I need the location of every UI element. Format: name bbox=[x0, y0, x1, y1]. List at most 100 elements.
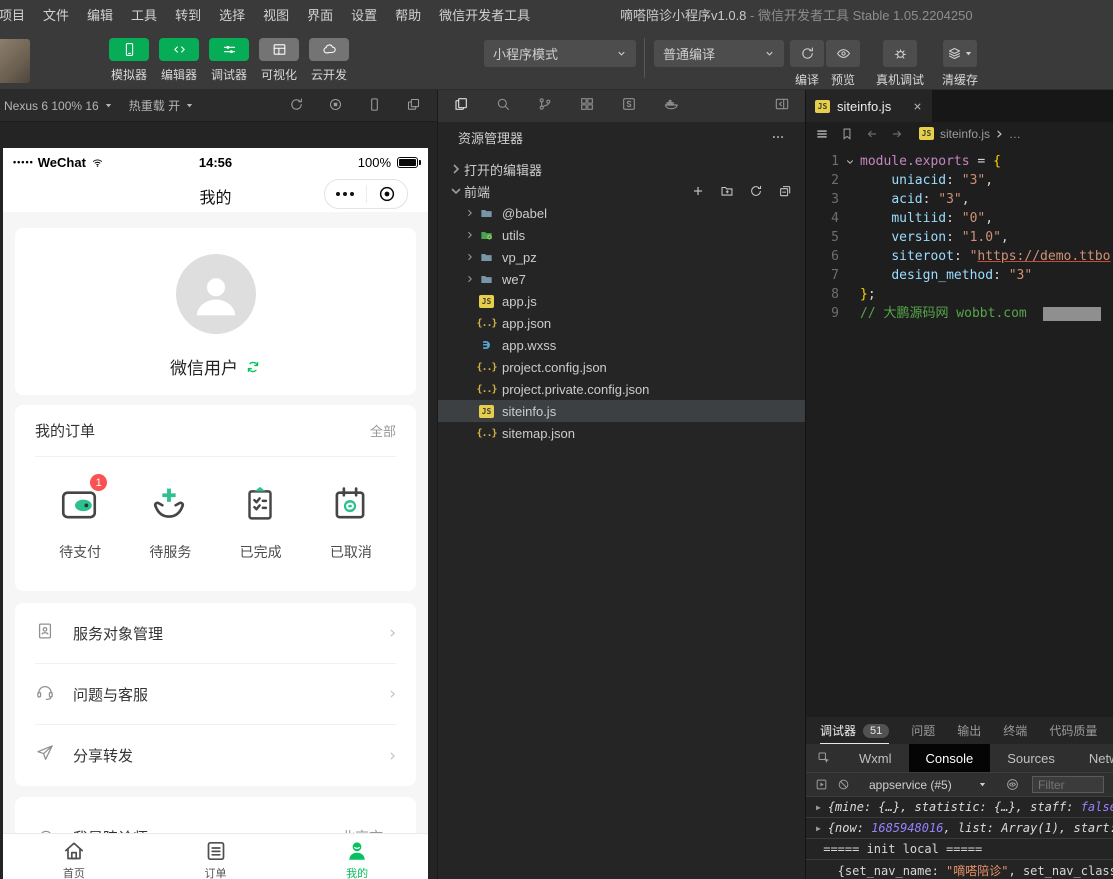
menu-row-headset[interactable]: 问题与客服 › bbox=[35, 664, 396, 725]
editor-tab-siteinfo[interactable]: JS siteinfo.js bbox=[806, 90, 932, 122]
inspector-tab-Network[interactable]: Network bbox=[1072, 744, 1113, 772]
code-editor[interactable]: 1 module.exports = { 2 uniacid: "3", 3 a… bbox=[806, 145, 1113, 323]
mode-select[interactable]: 小程序模式 bbox=[484, 40, 636, 67]
avatar[interactable] bbox=[176, 254, 256, 334]
order-item-wallet[interactable]: 1 待支付 bbox=[35, 483, 125, 562]
menu-row-idcard[interactable]: 服务对象管理 › bbox=[35, 603, 396, 664]
activity-git-button[interactable] bbox=[537, 96, 553, 117]
menu-item-3[interactable]: 工具 bbox=[122, 5, 166, 24]
code-line-3: 3 acid: "3", bbox=[806, 190, 1113, 209]
tree-item-sitemap.json[interactable]: {..}sitemap.json bbox=[438, 422, 805, 444]
order-item-calendar[interactable]: 已取消 bbox=[306, 483, 396, 562]
clear-console-icon[interactable] bbox=[837, 778, 850, 791]
back-arrow-icon[interactable] bbox=[865, 127, 879, 141]
project-root-section[interactable]: 前端 bbox=[438, 180, 805, 202]
layers-icon bbox=[947, 46, 962, 61]
tree-item-siteinfo.js[interactable]: JSsiteinfo.js bbox=[438, 400, 805, 422]
menu-item-9[interactable]: 帮助 bbox=[386, 5, 430, 24]
tree-item-utils[interactable]: utils bbox=[438, 224, 805, 246]
toolbar-phone-button[interactable]: 模拟器 bbox=[106, 38, 152, 83]
menu-item-0[interactable]: 项目 bbox=[0, 5, 34, 24]
tree-item-project.private.config.json[interactable]: {..}project.private.config.json bbox=[438, 378, 805, 400]
toolbar-cloud-button[interactable]: 云开发 bbox=[306, 38, 352, 83]
devtools-tab-输出[interactable]: 输出 bbox=[957, 717, 981, 744]
toolbar-code-button[interactable]: 编辑器 bbox=[156, 38, 202, 83]
forward-arrow-icon[interactable] bbox=[890, 127, 904, 141]
devtools-tab-问题[interactable]: 问题 bbox=[911, 717, 935, 744]
ellipsis-icon[interactable] bbox=[771, 130, 785, 144]
menu-row-send[interactable]: 分享转发 › bbox=[35, 725, 396, 786]
inspector-tab-Wxml[interactable]: Wxml bbox=[842, 744, 909, 772]
tree-item-project.config.json[interactable]: {..}project.config.json bbox=[438, 356, 805, 378]
activity-whale-button[interactable] bbox=[663, 96, 679, 117]
compile-mode-select[interactable]: 普通编译 bbox=[654, 40, 784, 67]
expand-caret-icon[interactable]: ▶ bbox=[816, 803, 821, 812]
console-row-0[interactable]: ▶ {mine: {…}, statistic: {…}, staff: fal… bbox=[806, 797, 1113, 818]
context-select[interactable]: appservice (#5) bbox=[869, 778, 987, 792]
sim-refresh-button[interactable] bbox=[289, 97, 304, 115]
tabbar-orderlist[interactable]: 订单 bbox=[145, 834, 287, 879]
sim-record-button[interactable] bbox=[328, 97, 343, 115]
sim-windows-button[interactable] bbox=[406, 97, 421, 115]
tree-item-app.json[interactable]: {..}app.json bbox=[438, 312, 805, 334]
outline-list-icon[interactable] bbox=[815, 127, 829, 141]
live-expression-eye-icon[interactable] bbox=[1006, 778, 1019, 791]
tabbar-person[interactable]: 我的 bbox=[286, 834, 428, 879]
refresh-action-button[interactable]: 编译 bbox=[790, 38, 824, 88]
activity-sq-button[interactable] bbox=[621, 96, 637, 117]
device-select[interactable]: Nexus 6 100% 16 bbox=[0, 99, 121, 113]
orders-all-link[interactable]: 全部 bbox=[370, 421, 396, 440]
collapse-panel-button[interactable] bbox=[774, 96, 790, 117]
hot-reload-toggle[interactable]: 热重载 开 bbox=[121, 97, 202, 114]
toolbar-sliders-button[interactable]: 调试器 bbox=[206, 38, 252, 83]
activity-files-button[interactable] bbox=[453, 96, 469, 117]
tree-item-app.wxss[interactable]: ϶app.wxss bbox=[438, 334, 805, 356]
inspect-element-button[interactable] bbox=[806, 744, 842, 772]
inspector-tab-Console[interactable]: Console bbox=[909, 744, 991, 772]
sim-device-button[interactable] bbox=[367, 97, 382, 115]
breadcrumb-more[interactable]: … bbox=[1009, 127, 1021, 141]
tree-item-we7[interactable]: we7 bbox=[438, 268, 805, 290]
console-filter-input[interactable] bbox=[1032, 776, 1104, 793]
tree-item-app.js[interactable]: JSapp.js bbox=[438, 290, 805, 312]
expand-caret-icon[interactable]: ▶ bbox=[816, 824, 821, 833]
layers-action-button[interactable]: 清缓存 bbox=[942, 38, 978, 88]
tree-item-@babel[interactable]: @babel bbox=[438, 202, 805, 224]
bug-action-button[interactable]: 真机调试 bbox=[876, 38, 924, 88]
more-button[interactable] bbox=[325, 192, 366, 196]
bookmark-icon[interactable] bbox=[840, 127, 854, 141]
fold-chevron-icon[interactable] bbox=[839, 152, 860, 171]
menu-item-7[interactable]: 界面 bbox=[298, 5, 342, 24]
eye-action-button[interactable]: 预览 bbox=[826, 38, 860, 88]
menu-item-10[interactable]: 微信开发者工具 bbox=[430, 5, 539, 24]
menu-item-5[interactable]: 选择 bbox=[210, 5, 254, 24]
eager-eval-icon[interactable] bbox=[815, 778, 828, 791]
menu-item-4[interactable]: 转到 bbox=[166, 5, 210, 24]
tree-item-vp_pz[interactable]: vp_pz bbox=[438, 246, 805, 268]
activity-search-button[interactable] bbox=[495, 96, 511, 117]
refresh-icon[interactable] bbox=[749, 184, 763, 198]
breadcrumb-file[interactable]: siteinfo.js bbox=[940, 127, 990, 141]
console-row-1[interactable]: ▶ {now: 1685948016, list: Array(1), star… bbox=[806, 818, 1113, 839]
menu-item-6[interactable]: 视图 bbox=[254, 5, 298, 24]
new-folder-icon[interactable] bbox=[720, 184, 734, 198]
tabbar-home[interactable]: 首页 bbox=[3, 834, 145, 879]
devtools-tab-代码质量[interactable]: 代码质量 bbox=[1049, 717, 1097, 744]
activity-grid-button[interactable] bbox=[579, 96, 595, 117]
order-item-clipboard[interactable]: 已完成 bbox=[216, 483, 306, 562]
devtools-tab-终端[interactable]: 终端 bbox=[1003, 717, 1027, 744]
user-avatar[interactable] bbox=[0, 39, 30, 83]
menu-item-1[interactable]: 文件 bbox=[34, 5, 78, 24]
new-file-icon[interactable] bbox=[691, 184, 705, 198]
inspector-tab-Sources[interactable]: Sources bbox=[990, 744, 1072, 772]
collapse-all-icon[interactable] bbox=[778, 184, 792, 198]
sync-icon[interactable] bbox=[245, 359, 261, 375]
toolbar-layout-button[interactable]: 可视化 bbox=[256, 38, 302, 83]
menu-item-8[interactable]: 设置 bbox=[342, 5, 386, 24]
close-icon[interactable] bbox=[912, 101, 923, 112]
menu-item-2[interactable]: 编辑 bbox=[78, 5, 122, 24]
minimize-button[interactable] bbox=[367, 185, 408, 203]
open-editors-section[interactable]: 打开的编辑器 bbox=[438, 158, 805, 180]
devtools-tab-调试器[interactable]: 调试器51 bbox=[820, 717, 889, 744]
order-item-hands[interactable]: 待服务 bbox=[125, 483, 215, 562]
